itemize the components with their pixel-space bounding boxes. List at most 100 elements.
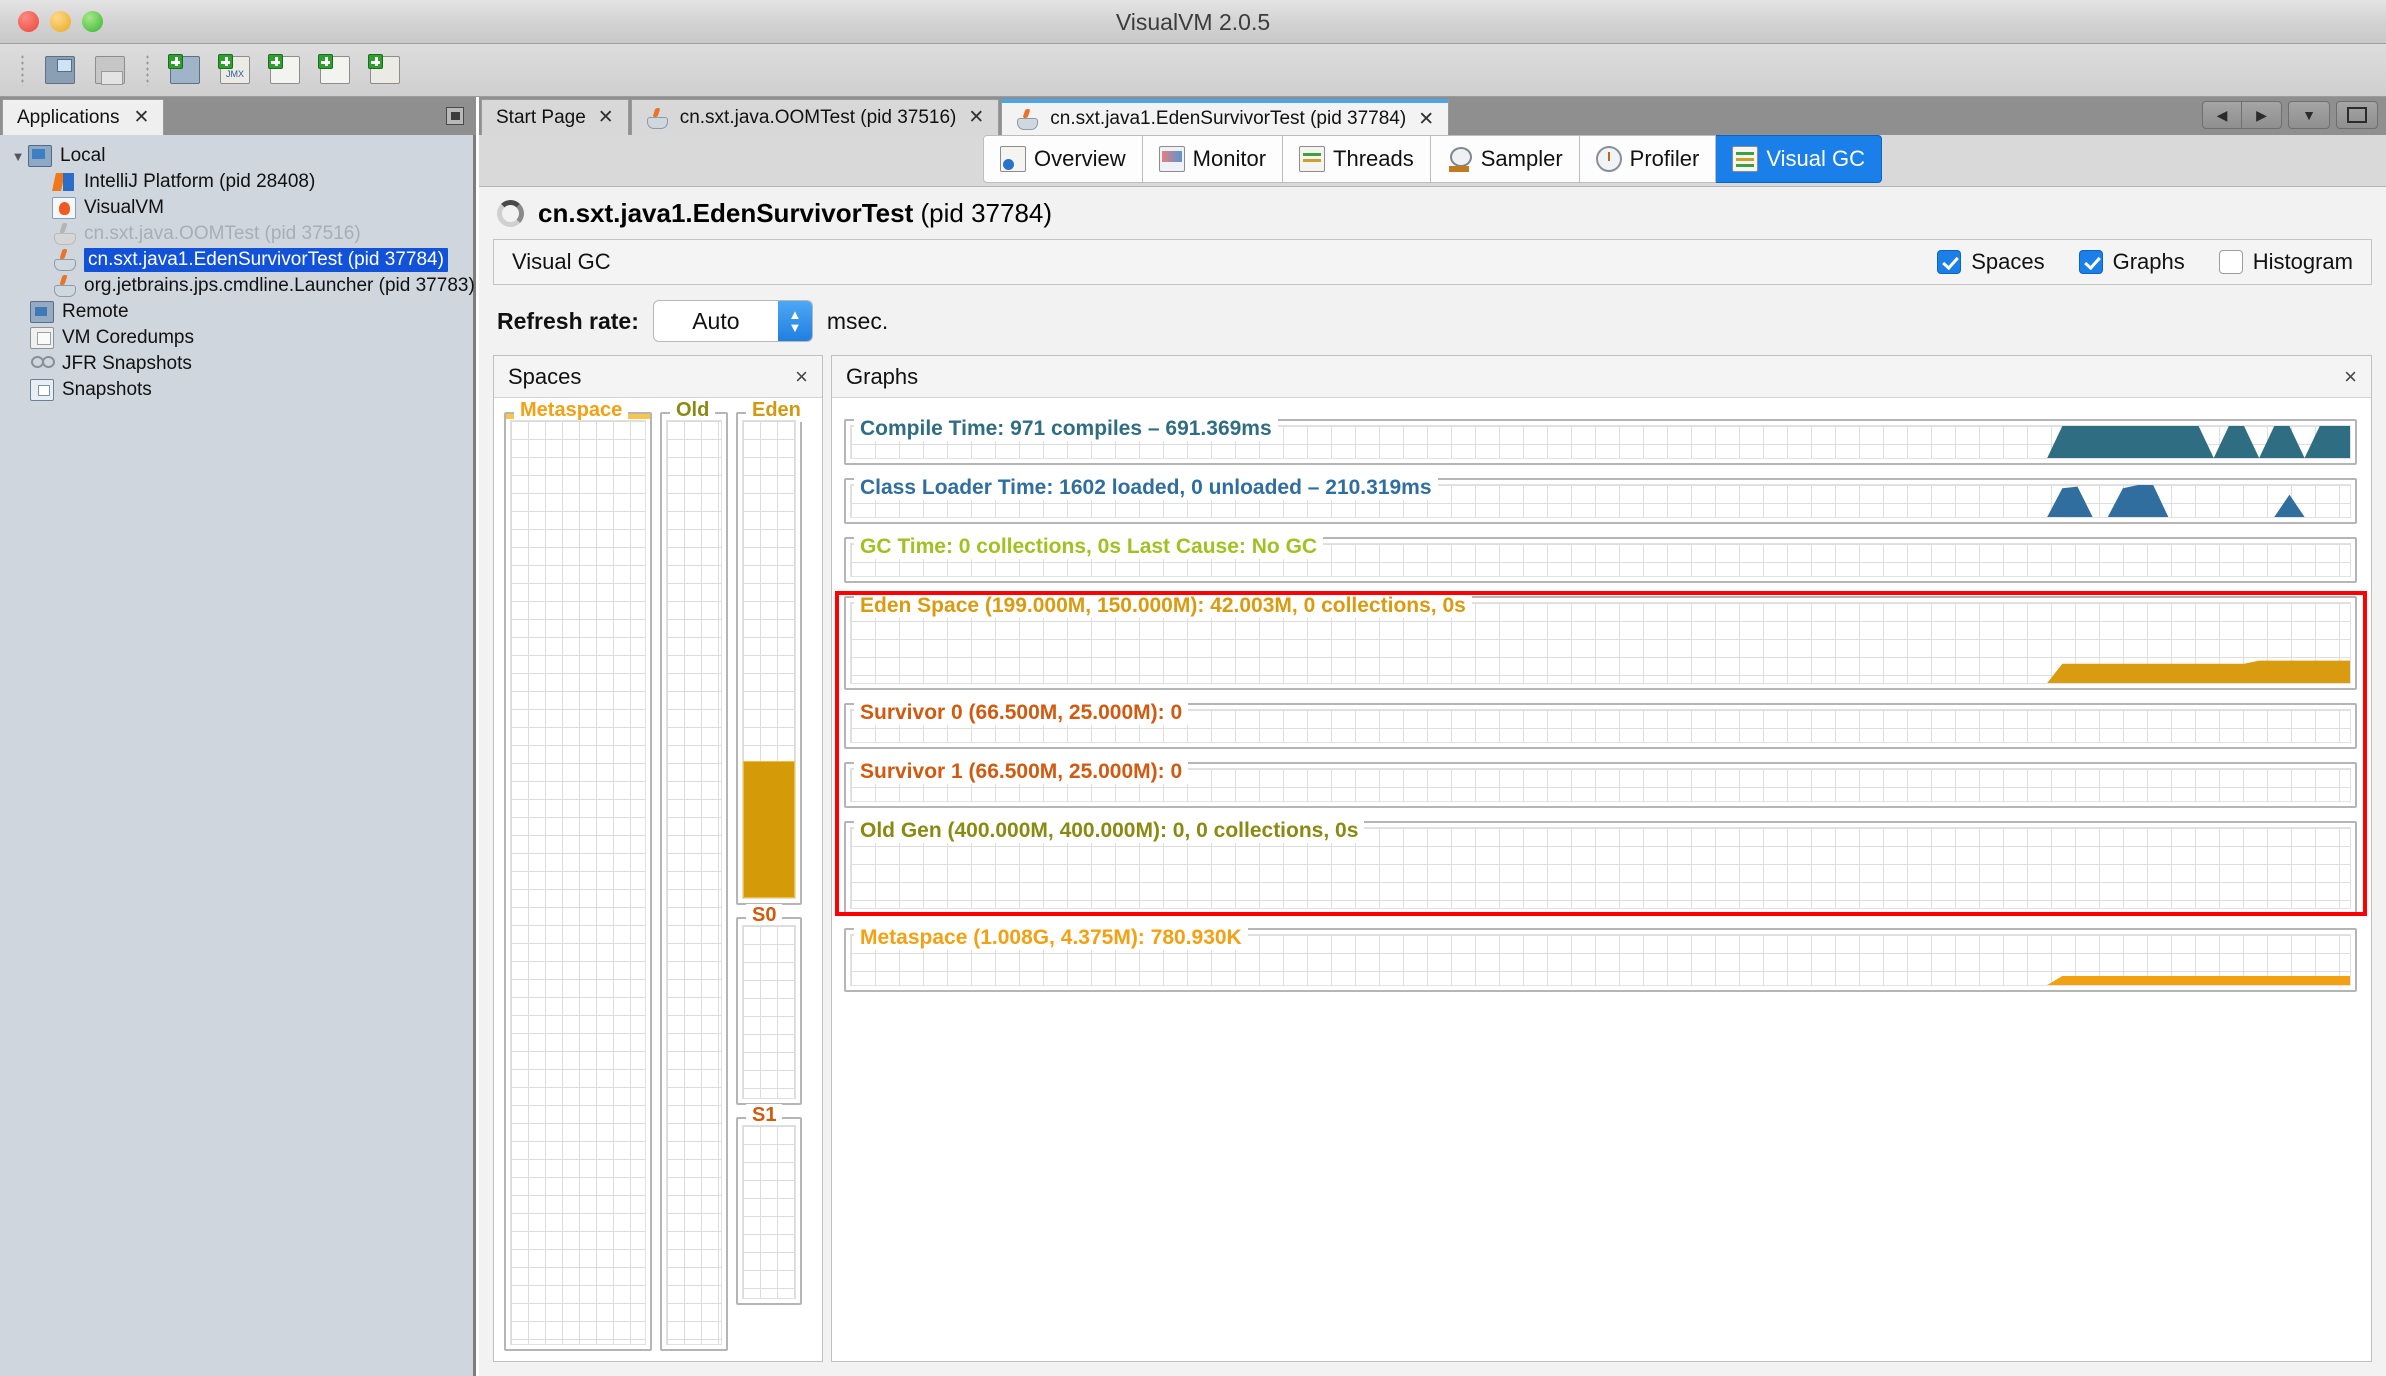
tree-item-org-jetbrains-jps-cmdline-launcher-pid-37783[interactable]: org.jetbrains.jps.cmdline.Launcher (pid … <box>0 273 476 299</box>
tab-list-dropdown-button[interactable]: ▼ <box>2288 101 2330 129</box>
refresh-rate-row: Refresh rate: Auto ▲ ▼ msec. <box>497 297 888 345</box>
close-icon[interactable]: ✕ <box>133 106 149 129</box>
spaces-body: Metaspace Old Eden S0 S1 <box>494 398 822 1361</box>
java-icon <box>1016 109 1039 130</box>
tab-applications[interactable]: Applications ✕ <box>2 99 165 135</box>
tab-monitor[interactable]: Monitor <box>1142 135 1284 183</box>
s0-box[interactable]: S0 <box>736 903 802 1105</box>
checkbox-unchecked-icon[interactable] <box>2218 250 2243 274</box>
graph-old-gen[interactable]: Old Gen (400.000M, 400.000M): 0, 0 colle… <box>844 819 2357 915</box>
scroll-tabs-right-button[interactable]: ▶ <box>2242 101 2282 129</box>
close-tab-icon[interactable]: ✕ <box>1418 108 1434 131</box>
tree-item-cn-sxt-java1-edensurvivortest-pid-37784[interactable]: cn.sxt.java1.EdenSurvivorTest (pid 37784… <box>0 247 476 273</box>
java-icon <box>52 275 76 297</box>
old-column[interactable]: Old <box>660 399 728 1351</box>
tab-label: Monitor <box>1192 146 1267 171</box>
refresh-rate-stepper[interactable]: Auto ▲ ▼ <box>652 300 813 342</box>
tree-item-local[interactable]: ▼ Local <box>0 143 476 169</box>
load-thread-dump-button[interactable] <box>312 49 358 91</box>
document-tab-1[interactable]: Start Page ✕ <box>481 99 629 135</box>
tab-threads[interactable]: Threads <box>1283 135 1431 183</box>
application-pid: (pid 37784) <box>920 197 1053 228</box>
add-remote-host-button[interactable] <box>162 49 208 91</box>
metaspace-column[interactable]: Metaspace <box>504 399 652 1351</box>
add-jmx-connection-button[interactable]: JMX <box>212 49 258 91</box>
overview-icon <box>999 146 1026 172</box>
add-application-snapshot-icon <box>368 54 400 84</box>
visualvm-window: VisualVM 2.0.5 JMX Applications ✕ ▼ Local… <box>0 0 2386 1376</box>
s1-box[interactable]: S1 <box>736 1103 802 1305</box>
maximize-window-button[interactable] <box>2336 101 2378 129</box>
checkbox-graphs[interactable]: Graphs <box>2078 249 2185 275</box>
close-graphs-panel-icon[interactable]: × <box>2344 364 2357 390</box>
minimize-panel-button[interactable] <box>446 107 464 125</box>
profiler-icon <box>1595 146 1622 172</box>
toolbar-separator-2 <box>146 54 149 86</box>
tree-item-label: cn.sxt.java1.EdenSurvivorTest (pid 37784… <box>84 248 448 272</box>
load-heap-dump-icon <box>268 54 300 84</box>
tree-item-snapshots[interactable]: Snapshots <box>0 377 476 403</box>
tree-item-label: VisualVM <box>84 197 164 218</box>
s1-grid <box>742 1124 796 1299</box>
stepper-arrows-icon[interactable]: ▲ ▼ <box>777 301 812 341</box>
open-file-button[interactable] <box>37 49 83 91</box>
tree-item-cn-sxt-java-oomtest-pid-37516[interactable]: cn.sxt.java.OOMTest (pid 37516) <box>0 221 476 247</box>
refresh-rate-label: Refresh rate: <box>497 307 639 334</box>
tree-expand-toggle-icon[interactable]: ▼ <box>8 149 28 164</box>
tab-overview[interactable]: Overview <box>982 135 1143 183</box>
tree-item-remote[interactable]: Remote <box>0 299 476 325</box>
tab-sampler[interactable]: Sampler <box>1430 135 1580 183</box>
add-application-snapshot-button[interactable] <box>362 49 408 91</box>
graph-title-compile-time: Compile Time: 971 compiles – 691.369ms <box>854 417 1278 441</box>
checkbox-spaces[interactable]: Spaces <box>1937 249 2045 275</box>
checkbox-label: Histogram <box>2252 249 2353 274</box>
graph-metaspace[interactable]: Metaspace (1.008G, 4.375M): 780.930K <box>844 926 2357 992</box>
graph-class-loader-time[interactable]: Class Loader Time: 1602 loaded, 0 unload… <box>844 476 2357 524</box>
load-heap-dump-button[interactable] <box>262 49 308 91</box>
graph-gc-time[interactable]: GC Time: 0 collections, 0s Last Cause: N… <box>844 535 2357 583</box>
refresh-rate-unit: msec. <box>826 307 889 334</box>
document-tab-2[interactable]: cn.sxt.java.OOMTest (pid 37516) ✕ <box>630 99 1000 135</box>
visualvm-icon <box>52 197 76 219</box>
save-file-button[interactable] <box>87 49 133 91</box>
tree-item-label: JFR Snapshots <box>62 353 192 374</box>
eden-survivor-column[interactable]: Eden S0 S1 <box>736 399 807 1351</box>
checkbox-histogram[interactable]: Histogram <box>2218 249 2353 275</box>
coredump-icon <box>30 327 54 349</box>
close-spaces-panel-icon[interactable]: × <box>795 364 808 390</box>
threads-icon <box>1299 146 1326 172</box>
graph-eden-space[interactable]: Eden Space (199.000M, 150.000M): 42.003M… <box>844 594 2357 690</box>
eden-box[interactable]: Eden <box>736 399 807 905</box>
tree-item-intellij-platform-pid-28408[interactable]: IntelliJ Platform (pid 28408) <box>0 169 476 195</box>
checkbox-checked-icon[interactable] <box>2078 250 2103 274</box>
tree-item-label: IntelliJ Platform (pid 28408) <box>84 171 316 192</box>
graph-survivor-0[interactable]: Survivor 0 (66.500M, 25.000M): 0 <box>844 701 2357 749</box>
applications-tab-label: Applications <box>17 106 120 128</box>
graph-title-survivor-1: Survivor 1 (66.500M, 25.000M): 0 <box>854 760 1189 784</box>
close-tab-icon[interactable]: ✕ <box>968 106 984 129</box>
close-tab-icon[interactable]: ✕ <box>598 106 614 129</box>
document-tab-3[interactable]: cn.sxt.java1.EdenSurvivorTest (pid 37784… <box>1001 99 1450 135</box>
load-thread-dump-icon <box>318 54 350 84</box>
tree-item-label: Snapshots <box>62 379 152 400</box>
checkbox-checked-icon[interactable] <box>1937 250 1962 274</box>
tree-item-jfr-snapshots[interactable]: JFR Snapshots <box>0 351 476 377</box>
scroll-tabs-left-button[interactable]: ◀ <box>2202 101 2242 129</box>
eden-fieldset: Eden <box>736 399 807 905</box>
applications-tree[interactable]: ▼ Local IntelliJ Platform (pid 28408) Visua… <box>0 135 476 1376</box>
tree-item-label: cn.sxt.java.OOMTest (pid 37516) <box>84 223 361 244</box>
remote-icon <box>30 301 54 323</box>
graph-compile-time[interactable]: Compile Time: 971 compiles – 691.369ms <box>844 417 2357 465</box>
graph-survivor-1[interactable]: Survivor 1 (66.500M, 25.000M): 0 <box>844 760 2357 808</box>
title-bar: VisualVM 2.0.5 <box>0 0 2386 44</box>
tab-scroll-group: ◀ ▶ <box>2202 101 2282 129</box>
old-label: Old <box>670 399 716 422</box>
tree-item-vm-coredumps[interactable]: VM Coredumps <box>0 325 476 351</box>
tab-profiler[interactable]: Profiler <box>1579 135 1717 183</box>
tree-item-visualvm[interactable]: VisualVM <box>0 195 476 221</box>
s1-fieldset: S1 <box>736 1103 802 1305</box>
document-area: Start Page ✕ cn.sxt.java.OOMTest (pid 3751… <box>479 97 2386 1376</box>
save-file-icon <box>95 56 125 85</box>
tab-visual-gc[interactable]: Visual GC <box>1716 135 1882 183</box>
visual-gc-label: Visual GC <box>512 249 611 274</box>
